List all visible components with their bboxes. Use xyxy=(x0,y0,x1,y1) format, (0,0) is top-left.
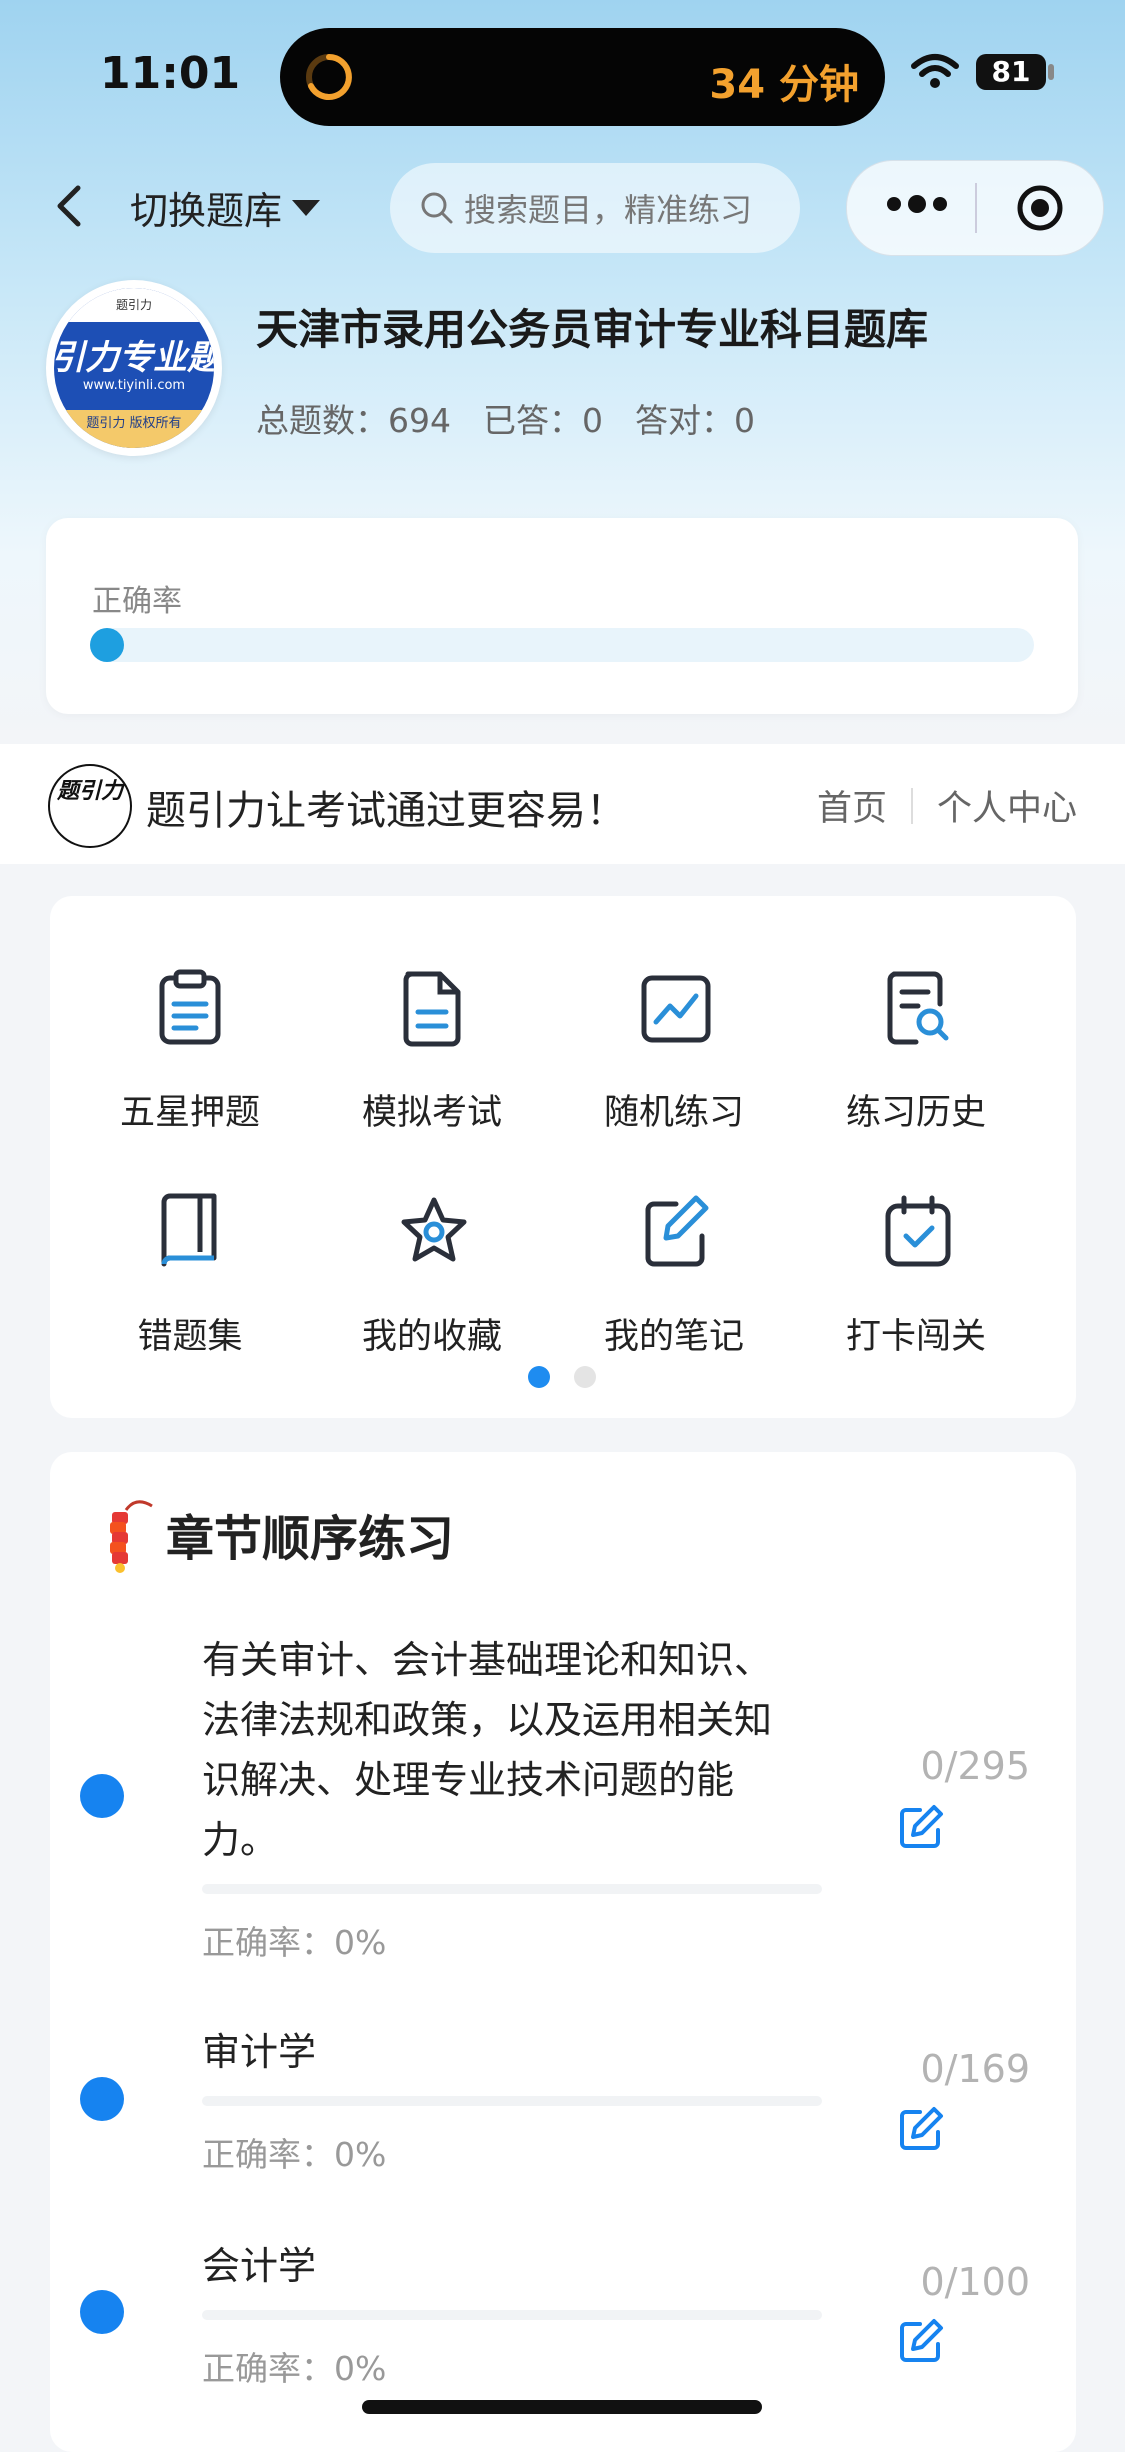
chapter-progress-bar xyxy=(202,1884,822,1894)
chapter-name: 审计学 xyxy=(202,2030,317,2074)
chapter-count: 0/100 xyxy=(920,2260,1030,2304)
page-dot[interactable] xyxy=(574,1366,596,1388)
timer-ring-icon xyxy=(306,54,352,100)
more-icon[interactable] xyxy=(887,195,947,213)
chapter-dot xyxy=(80,1774,124,1818)
book-icon xyxy=(161,1193,217,1267)
document-icon xyxy=(403,971,461,1047)
island-timer-text: 34 分钟 xyxy=(709,62,859,108)
status-bar: 11:01 34 分钟 81 xyxy=(0,0,1125,150)
chapter-progress-bar xyxy=(202,2096,822,2106)
menu-item-random-practice[interactable]: 随机练习 xyxy=(554,916,794,1133)
menu-label: 我的收藏 xyxy=(361,1317,502,1357)
chapter-accuracy: 正确率：0% xyxy=(202,2135,387,2174)
home-link[interactable]: 首页 xyxy=(817,780,887,831)
menu-item-practice-history[interactable]: 练习历史 xyxy=(796,916,1036,1133)
personal-center-link[interactable]: 个人中心 xyxy=(937,780,1077,831)
firecracker-icon xyxy=(110,1500,153,1573)
menu-item-notes[interactable]: 我的笔记 xyxy=(554,1140,794,1357)
slogan-text: 题引力让考试通过更容易！ xyxy=(146,788,626,834)
search-icon xyxy=(421,192,453,224)
menu-label: 练习历史 xyxy=(845,1093,986,1133)
switch-bank-button[interactable]: 切换题库 xyxy=(130,180,321,235)
total-count: 总题数：694 xyxy=(256,401,451,440)
menu-label: 我的笔记 xyxy=(603,1317,744,1357)
chapter-accuracy: 正确率：0% xyxy=(202,1923,387,1962)
home-indicator xyxy=(362,2400,762,2414)
miniprogram-capsule xyxy=(846,160,1104,256)
nav-divider xyxy=(910,787,913,824)
chapter-name: 有关审计、会计基础理论和知识、法律法规和政策，以及运用相关知识解决、处理专业技术… xyxy=(202,1638,773,1862)
tiyinli-logo: 题引力 xyxy=(48,764,132,848)
battery-indicator: 81 xyxy=(976,54,1046,90)
slogan-nav: 首页 个人中心 xyxy=(817,780,1077,831)
menu-item-five-star[interactable]: 五星押题 xyxy=(70,916,310,1133)
bank-title: 天津市录用公务员审计专业科目题库 xyxy=(256,305,929,354)
battery-tip xyxy=(1048,64,1054,80)
chapter-dot xyxy=(80,2077,124,2121)
menu-label: 模拟考试 xyxy=(361,1093,502,1133)
switch-bank-label: 切换题库 xyxy=(130,189,283,233)
back-icon[interactable] xyxy=(48,176,88,236)
edit-icon[interactable] xyxy=(898,2318,944,2364)
answered-count: 已答：0 xyxy=(483,401,603,440)
search-input[interactable]: 搜索题目，精准练习 xyxy=(390,163,800,253)
edit-icon[interactable] xyxy=(898,2106,944,2152)
star-icon xyxy=(401,1197,467,1262)
bank-stats: 总题数：694 已答：0 答对：0 xyxy=(256,394,755,442)
slogan-bar: 题引力 题引力让考试通过更容易！ 首页 个人中心 xyxy=(0,744,1125,864)
menu-label: 打卡闯关 xyxy=(845,1317,986,1357)
dynamic-island: 34 分钟 xyxy=(280,28,885,126)
accuracy-progress-fill xyxy=(90,628,124,662)
document-search-icon xyxy=(887,971,949,1045)
chapter-progress-bar xyxy=(202,2310,822,2320)
chapter-count: 0/295 xyxy=(920,1744,1030,1788)
chapter-header: 章节顺序练习 xyxy=(100,1492,454,1576)
close-target-icon[interactable] xyxy=(1015,183,1065,233)
bank-logo: 题引力 引力专业题 www.tiyinli.com 题引力 版权所有 xyxy=(46,280,222,456)
capsule-divider xyxy=(975,183,977,233)
status-time: 11:01 xyxy=(100,48,241,99)
search-placeholder: 搜索题目，精准练习 xyxy=(464,191,753,229)
accuracy-progress-bar xyxy=(90,628,1034,662)
clipboard-list-icon xyxy=(159,969,221,1045)
chapter-dot xyxy=(80,2290,124,2334)
accuracy-label: 正确率 xyxy=(92,584,182,619)
menu-item-checkin[interactable]: 打卡闯关 xyxy=(796,1140,1036,1357)
line-chart-icon xyxy=(641,975,711,1043)
chapter-count: 0/169 xyxy=(920,2047,1030,2091)
chapter-name: 会计学 xyxy=(202,2244,317,2288)
edit-note-icon xyxy=(645,1195,709,1267)
calendar-check-icon xyxy=(885,1195,951,1267)
menu-item-wrong-questions[interactable]: 错题集 xyxy=(70,1140,310,1357)
edit-icon[interactable] xyxy=(898,1804,944,1850)
menu-label: 错题集 xyxy=(137,1317,243,1357)
function-menu: 五星押题 模拟考试 随机练习 练习历史 错题集 我的收藏 我的笔记 打卡闯关 xyxy=(50,896,1076,1418)
chapter-section-title: 章节顺序练习 xyxy=(166,1511,455,1567)
page-dot-active[interactable] xyxy=(528,1366,550,1388)
menu-label: 随机练习 xyxy=(603,1093,744,1133)
menu-item-mock-exam[interactable]: 模拟考试 xyxy=(312,916,552,1133)
menu-label: 五星押题 xyxy=(119,1093,260,1133)
wifi-icon xyxy=(911,54,959,88)
page-indicator xyxy=(528,1366,596,1388)
menu-item-favorites[interactable]: 我的收藏 xyxy=(312,1140,552,1357)
correct-count: 答对：0 xyxy=(635,401,755,440)
chapter-accuracy: 正确率：0% xyxy=(202,2349,387,2388)
accuracy-card: 正确率 xyxy=(46,518,1078,714)
caret-down-icon xyxy=(292,199,321,216)
